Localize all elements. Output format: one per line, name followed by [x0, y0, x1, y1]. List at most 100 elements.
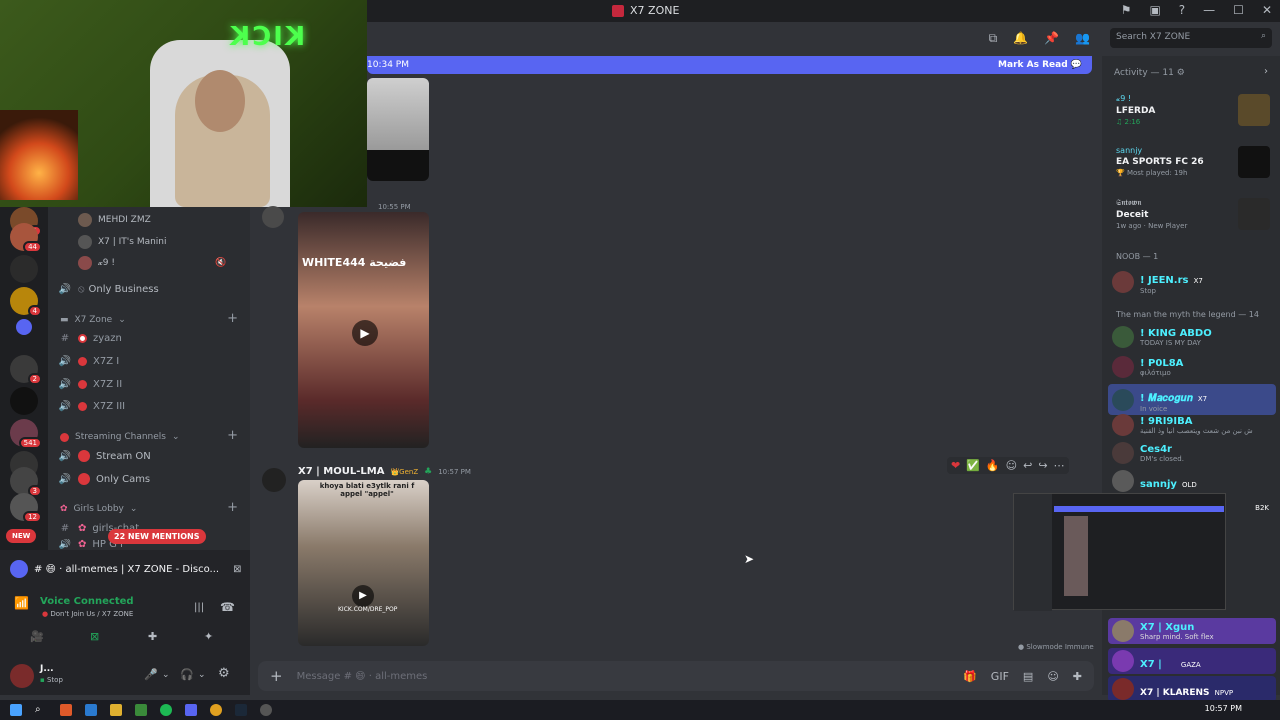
add-channel-button[interactable]: +: [227, 428, 238, 443]
sticker-icon[interactable]: ▤: [1023, 670, 1033, 683]
category-x7zone[interactable]: ▬ X7 Zone ⌄: [60, 315, 126, 325]
emoji-icon[interactable]: ☺: [1047, 670, 1058, 683]
apps-icon[interactable]: ✚: [1073, 670, 1082, 683]
server-icon[interactable]: 44: [10, 223, 42, 253]
member-item[interactable]: ! 𝑴𝒂𝒄𝒐𝒈𝒖𝒏 X7 In voice: [1108, 384, 1276, 415]
new-badge[interactable]: NEW: [6, 529, 37, 543]
fire-reaction-icon[interactable]: 🔥: [986, 459, 1000, 472]
channel-x7z2[interactable]: 🔊 X7Z II: [58, 375, 122, 393]
server-icon[interactable]: 3: [10, 467, 42, 497]
server-icon[interactable]: 12: [10, 493, 42, 523]
message-composer[interactable]: + Message # 😄 · all-memes 🎁 GIF ▤ ☺ ✚: [258, 661, 1094, 691]
steam-icon[interactable]: [235, 704, 247, 716]
bell-icon[interactable]: 🔔: [1013, 31, 1028, 46]
more-icon[interactable]: ⋯: [1054, 459, 1065, 472]
threads-icon[interactable]: ⧉: [989, 31, 998, 46]
member-item[interactable]: ! P0L8A φιλότιμο: [1112, 356, 1183, 378]
channel-only-cams[interactable]: 🔊 Only Cams: [58, 470, 150, 488]
member-item[interactable]: ! JEEN.rs X7 Stop: [1112, 268, 1203, 295]
category-streaming[interactable]: Streaming Channels ⌄: [60, 432, 180, 442]
app-icon[interactable]: [260, 704, 272, 716]
member-item[interactable]: X7 | GAZA: [1108, 648, 1276, 674]
camera-off-icon[interactable]: 🎥: [30, 630, 44, 643]
screen-share-icon[interactable]: ⊠: [90, 630, 99, 643]
activity-header[interactable]: Activity — 11 ⚙: [1114, 68, 1185, 78]
activity-item[interactable]: 𝔁9 ! LFERDA ♫ 2:16: [1116, 94, 1155, 126]
message-author[interactable]: X7 | MOUL-LMA: [298, 466, 384, 477]
popout-window-row[interactable]: # 😄 · all-memes | X7 ZONE - Disco... ⊠: [10, 560, 241, 578]
voice-user[interactable]: 𝔁9 ! 🔇: [78, 256, 226, 270]
server-icon[interactable]: [10, 387, 38, 415]
gif-icon[interactable]: GIF: [991, 670, 1009, 683]
member-item[interactable]: X7 | KLARENS NPVP: [1108, 676, 1276, 702]
noise-suppression-icon[interactable]: |||: [194, 602, 204, 613]
channel-x7z1[interactable]: 🔊 X7Z I: [58, 352, 119, 370]
server-icon[interactable]: 4: [10, 287, 42, 317]
folder-icon[interactable]: [16, 319, 32, 335]
member-item[interactable]: Ces4r DM's closed.: [1112, 442, 1184, 464]
attach-plus-icon[interactable]: +: [270, 667, 283, 685]
play-icon[interactable]: ▶: [352, 585, 374, 607]
member-item[interactable]: sannjy OLD: [1112, 470, 1197, 492]
reply-icon[interactable]: ↩: [1023, 459, 1032, 472]
avatar[interactable]: [262, 468, 286, 492]
maximize-button[interactable]: ☐: [1233, 3, 1244, 17]
windows-start-icon[interactable]: [10, 704, 22, 716]
play-icon[interactable]: ▶: [352, 320, 378, 346]
stream-preview[interactable]: B2K: [1013, 493, 1269, 611]
channel-zyazn[interactable]: # zyazn: [58, 329, 122, 347]
voice-user[interactable]: X7 | IT's Manini: [78, 235, 167, 249]
discord-icon[interactable]: [185, 704, 197, 716]
help-icon[interactable]: ?: [1179, 3, 1185, 17]
folder-icon[interactable]: [110, 704, 122, 716]
add-channel-button[interactable]: +: [227, 500, 238, 515]
member-item[interactable]: X7 | Xgun Sharp mind. Soft flex: [1108, 618, 1276, 644]
edge-icon[interactable]: [85, 704, 97, 716]
screen-icon[interactable]: ▣: [1149, 3, 1160, 17]
chevron-down-icon[interactable]: ⌄: [162, 670, 170, 680]
voice-channel-row[interactable]: ● Don't Join Us / X7 ZONE: [42, 610, 133, 618]
close-button[interactable]: ✕: [1262, 3, 1272, 17]
microphone-icon[interactable]: 🎤: [144, 668, 158, 681]
activity-item[interactable]: sannjy EA SPORTS FC 26 🏆 Most played: 19…: [1116, 146, 1204, 177]
spotify-icon[interactable]: [160, 704, 172, 716]
gift-icon[interactable]: 🎁: [963, 670, 977, 683]
server-icon[interactable]: 541: [10, 419, 42, 449]
settings-gear-icon[interactable]: ⚙: [218, 666, 230, 681]
check-reaction-icon[interactable]: ✅: [966, 459, 980, 472]
member-item[interactable]: ! KING ABDO TODAY IS MY DAY: [1112, 326, 1212, 348]
new-mentions-pill[interactable]: 22 NEW MENTIONS: [108, 529, 206, 544]
add-reaction-icon[interactable]: ☺: [1006, 459, 1017, 472]
new-messages-bar[interactable]: 10:34 PM Mark As Read 💬: [367, 56, 1092, 74]
activities-icon[interactable]: ✚: [148, 630, 157, 643]
chrome-icon[interactable]: [210, 704, 222, 716]
voice-user[interactable]: MEHDI ZMZ: [78, 213, 151, 227]
app-icon[interactable]: [60, 704, 72, 716]
server-icon[interactable]: 2: [10, 355, 42, 385]
minimize-button[interactable]: —: [1203, 3, 1215, 17]
chevron-down-icon[interactable]: ⌄: [198, 670, 206, 680]
add-channel-button[interactable]: +: [227, 311, 238, 326]
activity-item[interactable]: 𝕾𝖓𝖙𝖔𝖜𝖓 Deceit 1w ago · New Player: [1116, 198, 1187, 230]
avatar[interactable]: [10, 664, 34, 688]
headphones-icon[interactable]: 🎧: [180, 668, 194, 681]
inbox-icon[interactable]: ⚑: [1121, 3, 1132, 17]
video-attachment[interactable]: khoya blati e3ytlk rani f appel "appel" …: [298, 480, 429, 646]
server-icon[interactable]: [10, 255, 38, 283]
channel-x7z3[interactable]: 🔊 X7Z III: [58, 397, 125, 415]
heart-reaction-icon[interactable]: ❤: [951, 459, 960, 472]
media-attachment[interactable]: [367, 78, 429, 181]
channel-stream-on[interactable]: 🔊 Stream ON: [58, 447, 151, 465]
chevron-right-icon[interactable]: ›: [1264, 66, 1268, 77]
search-input[interactable]: Search X7 ZONE ⌕: [1110, 28, 1272, 48]
category-girls-lobby[interactable]: ✿ Girls Lobby ⌄: [60, 504, 137, 514]
mark-as-read-button[interactable]: Mark As Read 💬: [998, 60, 1082, 70]
members-icon[interactable]: 👥: [1075, 31, 1090, 46]
app-icon[interactable]: [135, 704, 147, 716]
search-icon[interactable]: ⌕: [35, 704, 47, 716]
disconnect-icon[interactable]: ☎: [220, 600, 235, 614]
forward-icon[interactable]: ↪: [1038, 459, 1047, 472]
member-item[interactable]: ! 9RI9IBA ش نبن من شعث ويتعصب انيا وذ الق…: [1112, 414, 1280, 436]
close-popout-icon[interactable]: ⊠: [233, 564, 241, 575]
video-attachment[interactable]: WHITE444 فضيحة ▶: [298, 212, 429, 448]
